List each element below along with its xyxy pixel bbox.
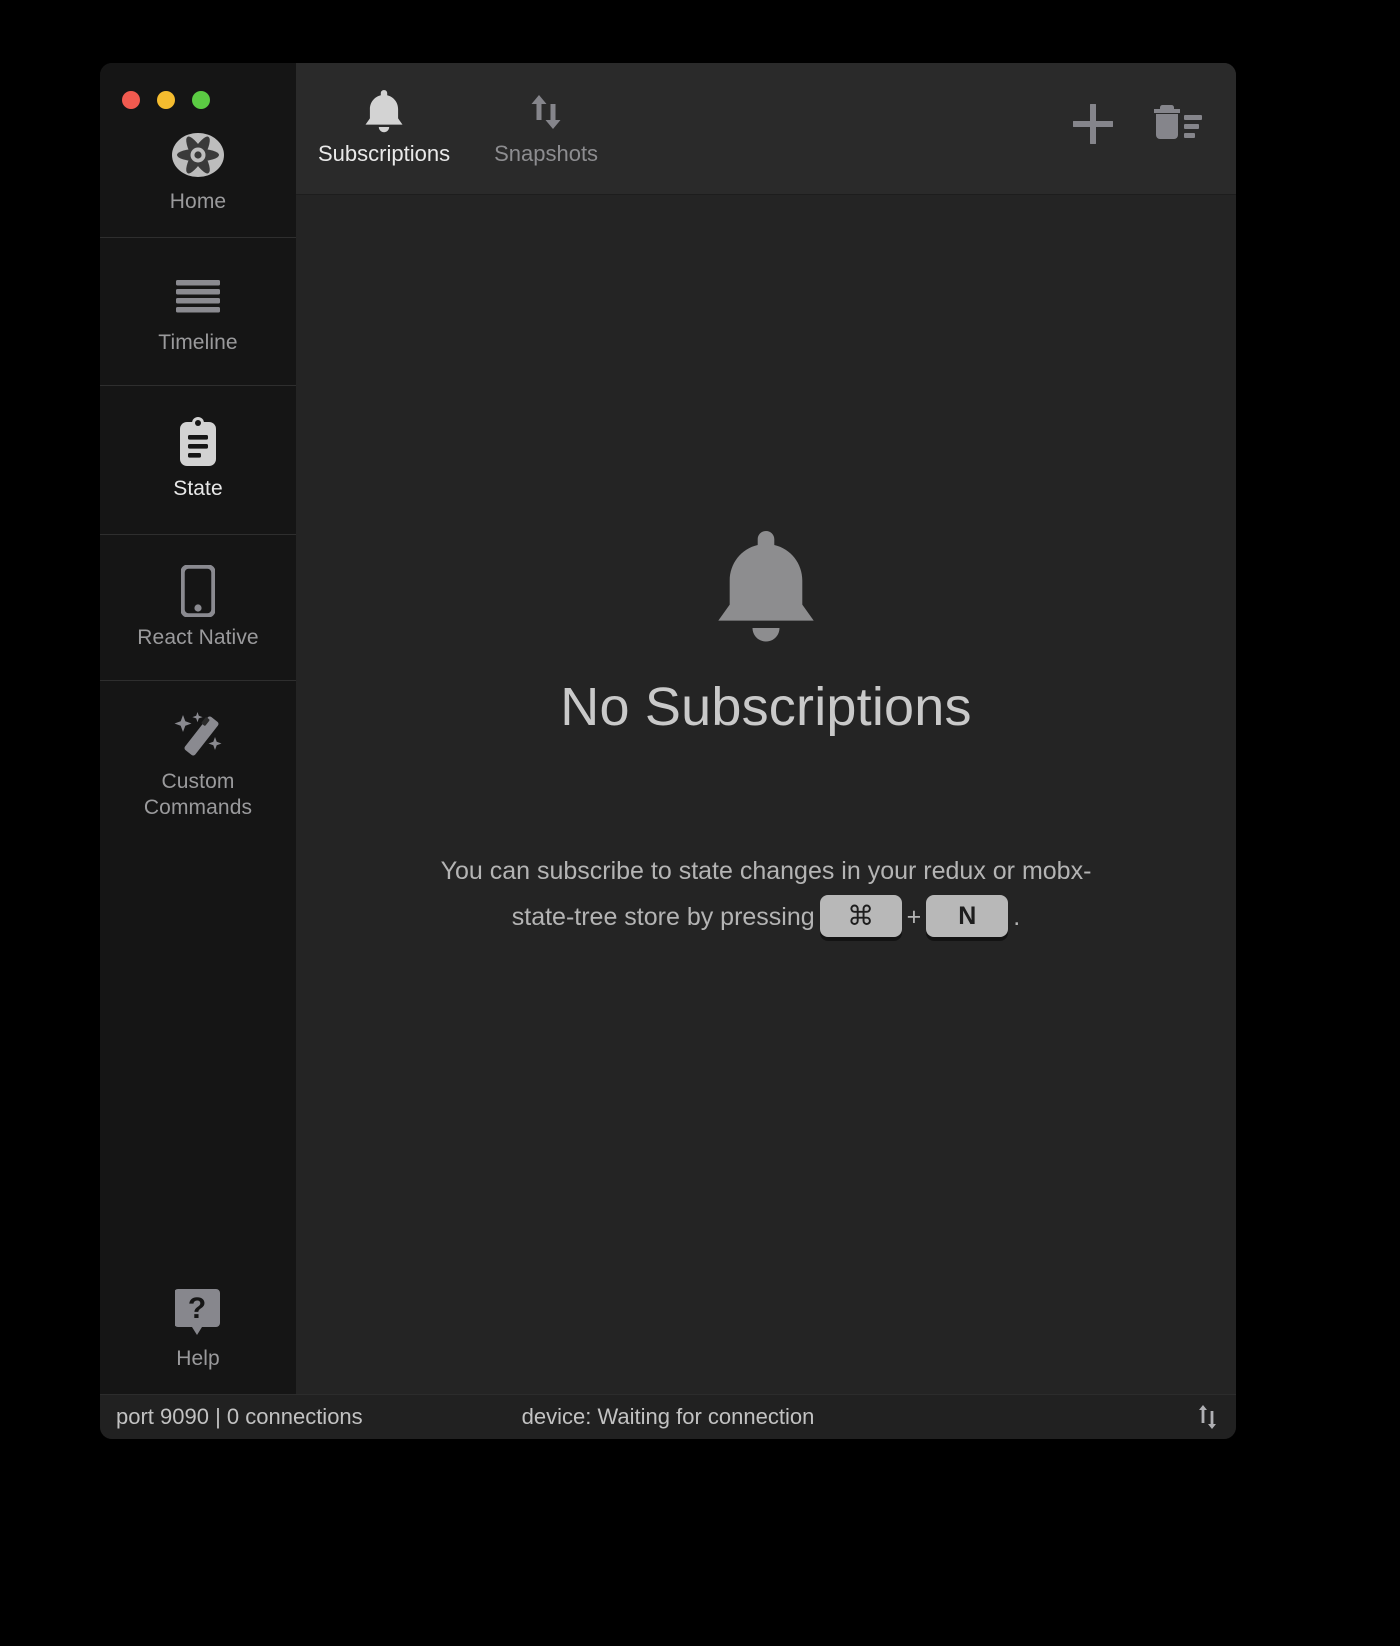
- add-subscription-button[interactable]: [1070, 101, 1116, 147]
- reactotron-window: Home Timeline State React Native Custom …: [100, 63, 1236, 1439]
- main-panel: Subscriptions Snapshots No Subscriptions…: [296, 63, 1236, 1394]
- toolbar-tabs: Subscriptions Snapshots: [296, 63, 606, 167]
- sidebar-item-state[interactable]: State: [100, 386, 296, 534]
- sidebar-item-label: React Native: [137, 625, 259, 649]
- toolbar-actions: [1070, 63, 1236, 147]
- screenshot-root: Home Timeline State React Native Custom …: [0, 0, 1400, 1646]
- kbd-n-key: N: [926, 895, 1009, 938]
- status-bar: port 9090 | 0 connections device: Waitin…: [100, 1394, 1236, 1439]
- question-bubble-icon: ?: [175, 1288, 221, 1336]
- close-button[interactable]: [122, 91, 140, 109]
- sidebar-item-timeline[interactable]: Timeline: [100, 238, 296, 386]
- empty-state-title: No Subscriptions: [560, 677, 972, 737]
- zoom-button[interactable]: [192, 91, 210, 109]
- sidebar-item-home[interactable]: Home: [100, 109, 296, 237]
- trash-list-icon: [1154, 105, 1202, 139]
- status-port-connections: port 9090 | 0 connections: [116, 1404, 363, 1429]
- sidebar-item-label: Timeline: [158, 330, 238, 354]
- sidebar-item-label: Custom Commands: [143, 770, 253, 820]
- clipboard-icon: [176, 417, 220, 467]
- sidebar-item-help[interactable]: ? Help: [100, 1288, 296, 1394]
- up-down-arrows-icon: [522, 85, 570, 139]
- magic-wand-icon: [172, 711, 224, 759]
- tab-label: Snapshots: [494, 141, 599, 166]
- list-lines-icon: [176, 272, 220, 320]
- tab-label: Subscriptions: [318, 141, 451, 166]
- tab-subscriptions[interactable]: Subscriptions: [318, 85, 450, 167]
- traffic-lights: [100, 63, 296, 109]
- window-body: Home Timeline State React Native Custom …: [100, 63, 1236, 1394]
- empty-state: No Subscriptions You can subscribe to st…: [296, 195, 1236, 1394]
- kbd-command-key: ⌘: [819, 895, 902, 938]
- sidebar-item-label: Help: [176, 1347, 220, 1371]
- empty-state-description: You can subscribe to state changes in yo…: [421, 848, 1111, 940]
- up-down-arrows-icon: [1199, 1405, 1216, 1429]
- sidebar-item-label: Home: [169, 190, 227, 213]
- clear-all-button[interactable]: [1150, 101, 1202, 147]
- reactotron-logo-icon: [171, 131, 225, 179]
- empty-state-bell-icon: [707, 525, 825, 658]
- svg-text:?: ?: [188, 1292, 206, 1325]
- kbd-plus-separator: +: [906, 903, 922, 931]
- empty-state-description-period: .: [1013, 903, 1021, 931]
- bell-icon: [360, 85, 408, 139]
- sidebar: Home Timeline State React Native Custom …: [100, 63, 296, 1394]
- toolbar: Subscriptions Snapshots: [296, 63, 1236, 195]
- plus-icon: [1073, 104, 1113, 144]
- status-connection-toggle[interactable]: [1196, 1403, 1236, 1431]
- minimize-button[interactable]: [157, 91, 175, 109]
- sidebar-item-custom-commands[interactable]: Custom Commands: [100, 681, 296, 850]
- sidebar-item-react-native[interactable]: React Native: [100, 535, 296, 681]
- sidebar-item-label: State: [173, 477, 223, 501]
- tab-snapshots[interactable]: Snapshots: [486, 85, 606, 167]
- phone-icon: [181, 564, 215, 617]
